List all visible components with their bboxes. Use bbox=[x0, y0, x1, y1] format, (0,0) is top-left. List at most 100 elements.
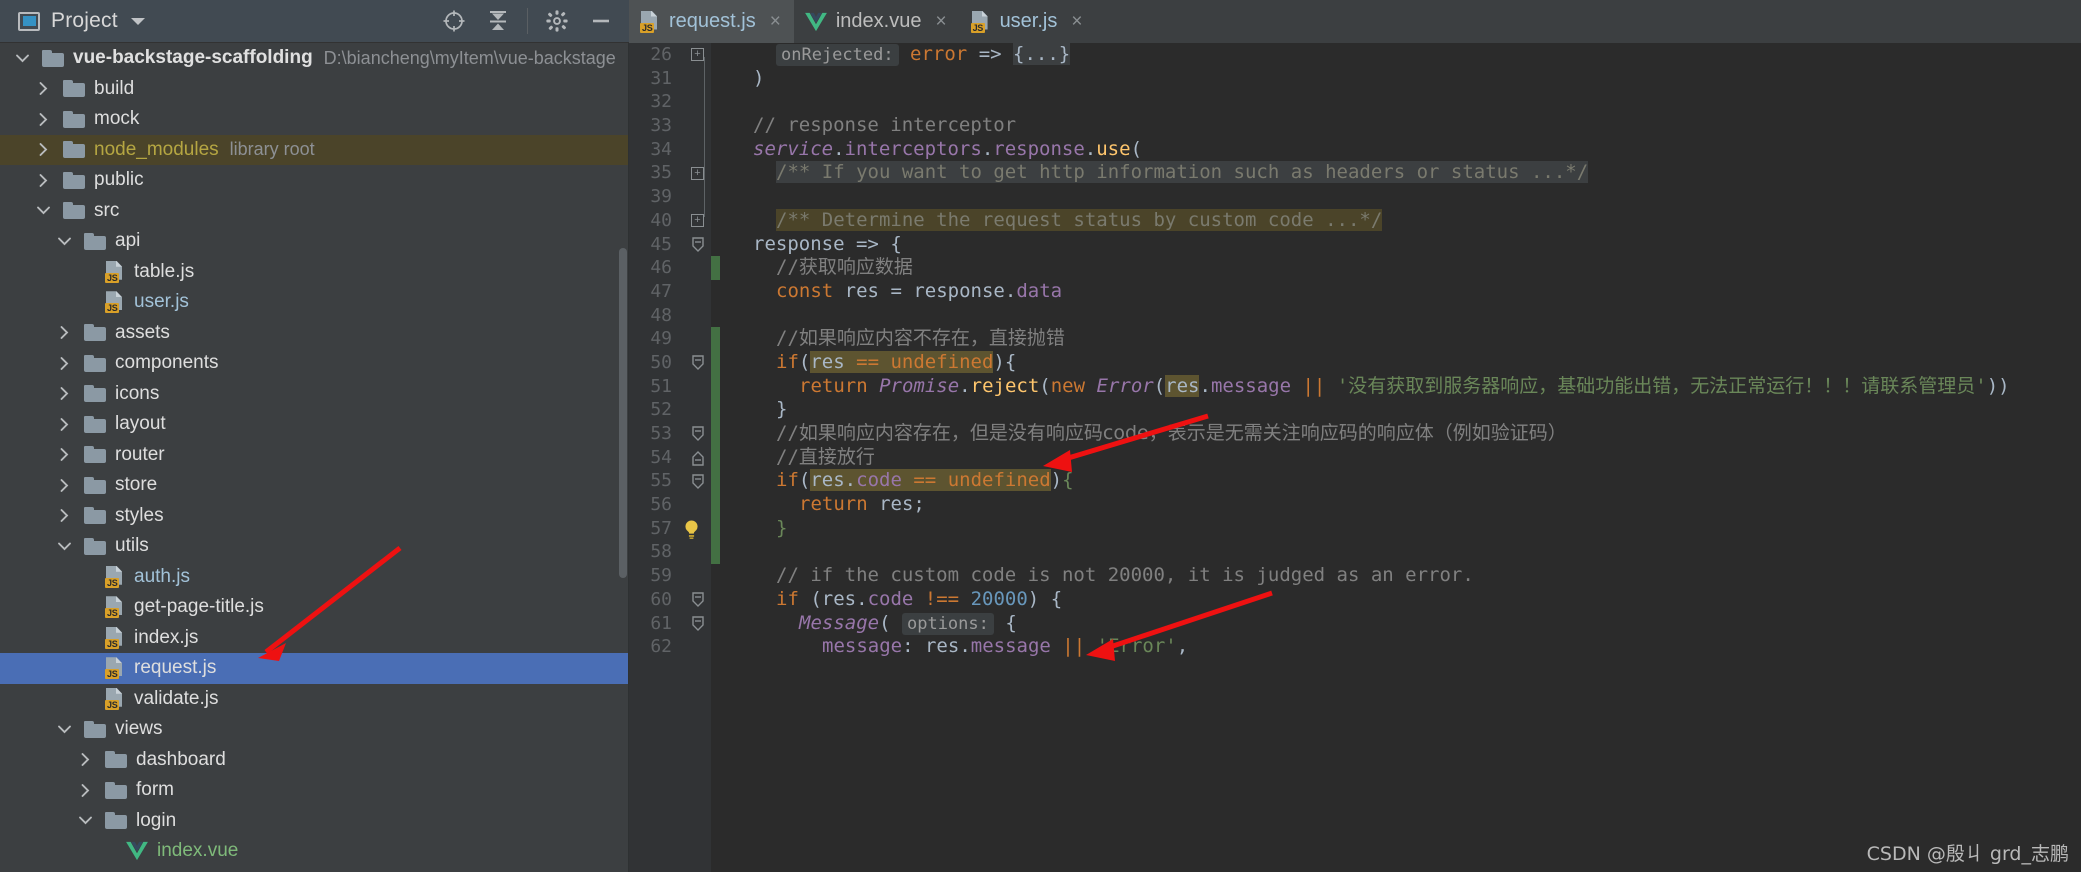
vcs-added-marker[interactable] bbox=[711, 327, 720, 565]
collapse-all-button[interactable] bbox=[476, 0, 520, 43]
code-line-32[interactable] bbox=[730, 90, 2081, 114]
chevron-right-icon[interactable] bbox=[54, 356, 74, 371]
tree-item-router[interactable]: router bbox=[0, 440, 629, 471]
code-content[interactable]: onRejected: error => {...}) // response i… bbox=[685, 43, 2081, 872]
chevron-right-icon[interactable] bbox=[54, 447, 74, 462]
tab-index-vue[interactable]: index.vue × bbox=[794, 0, 960, 43]
chevron-right-icon[interactable] bbox=[54, 478, 74, 493]
tree-item-layout[interactable]: layout bbox=[0, 409, 629, 440]
close-icon[interactable]: × bbox=[770, 11, 781, 33]
chevron-right-icon[interactable] bbox=[54, 386, 74, 401]
chevron-right-icon[interactable] bbox=[75, 752, 95, 767]
intention-bulb-icon[interactable] bbox=[682, 519, 701, 540]
chevron-down-icon[interactable] bbox=[33, 204, 53, 217]
close-icon[interactable]: × bbox=[1071, 11, 1082, 33]
tab-user-js[interactable]: JS user.js × bbox=[960, 0, 1096, 43]
tree-item-utils[interactable]: utils bbox=[0, 531, 629, 562]
close-icon[interactable]: × bbox=[935, 11, 946, 33]
tree-item-index-js[interactable]: JS index.js bbox=[0, 623, 629, 654]
tree-item-validate-js[interactable]: JS validate.js bbox=[0, 684, 629, 715]
settings-button[interactable] bbox=[535, 0, 579, 43]
fold-expand-icon[interactable]: + bbox=[691, 213, 704, 227]
code-line-40[interactable]: /** Determine the request status by cust… bbox=[730, 208, 2081, 233]
tree-item-form[interactable]: form bbox=[0, 775, 629, 806]
code-line-50[interactable]: if(res == undefined){ bbox=[730, 350, 2081, 375]
fold-region-start-icon[interactable] bbox=[691, 591, 705, 609]
chevron-right-icon[interactable] bbox=[75, 783, 95, 798]
chevron-right-icon[interactable] bbox=[33, 112, 53, 127]
code-line-58[interactable] bbox=[730, 540, 2081, 564]
chevron-right-icon[interactable] bbox=[54, 325, 74, 340]
chevron-down-icon[interactable] bbox=[54, 540, 74, 553]
code-line-35[interactable]: /** If you want to get http information … bbox=[730, 161, 2081, 185]
code-editor[interactable]: 26 31 32 33 34 35 39 40 45 46 47 48 49 50 51 52 53 54 55 56… bbox=[629, 43, 2081, 872]
tree-item-index-vue[interactable]: index.vue bbox=[0, 836, 629, 867]
tree-item-mock[interactable]: mock bbox=[0, 104, 629, 135]
tree-item-assets[interactable]: assets bbox=[0, 318, 629, 349]
tree-item-public[interactable]: public bbox=[0, 165, 629, 196]
fold-region-start-icon[interactable] bbox=[691, 615, 705, 633]
code-line-47[interactable]: const res = response.data bbox=[730, 280, 2081, 304]
tree-item-vue-backstage-scaffolding[interactable]: vue-backstage-scaffolding D:\biancheng\my… bbox=[0, 43, 629, 74]
code-line-34[interactable]: service.interceptors.response.use( bbox=[730, 138, 2081, 162]
tree-item-request-js[interactable]: JS request.js bbox=[0, 653, 629, 684]
code-line-60[interactable]: if (res.code !== 20000) { bbox=[730, 588, 2081, 612]
tree-item-api[interactable]: api bbox=[0, 226, 629, 257]
tree-item-views[interactable]: views bbox=[0, 714, 629, 745]
tree-item-styles[interactable]: styles bbox=[0, 501, 629, 532]
project-tree[interactable]: vue-backstage-scaffolding D:\biancheng\my… bbox=[0, 43, 629, 872]
code-line-48[interactable] bbox=[730, 304, 2081, 328]
tree-scrollbar[interactable] bbox=[619, 248, 627, 578]
chevron-down-icon[interactable] bbox=[75, 814, 95, 827]
code-line-56[interactable]: return res; bbox=[730, 493, 2081, 517]
tree-item-node-modules[interactable]: node_modules library root bbox=[0, 134, 629, 165]
tree-item-get-page-title-js[interactable]: JS get-page-title.js bbox=[0, 592, 629, 623]
code-line-53[interactable]: //如果响应内容存在，但是没有响应码code，表示是无需关注响应码的响应体（例如… bbox=[730, 422, 2081, 446]
vcs-added-marker[interactable] bbox=[711, 256, 720, 280]
chevron-right-icon[interactable] bbox=[33, 81, 53, 96]
chevron-right-icon[interactable] bbox=[33, 142, 53, 157]
tree-item-user-js[interactable]: JS user.js bbox=[0, 287, 629, 318]
chevron-down-icon[interactable] bbox=[130, 17, 145, 25]
code-folding-gutter[interactable]: + + + bbox=[681, 43, 711, 872]
fold-region-start-icon[interactable] bbox=[691, 354, 705, 372]
tree-item-table-js[interactable]: JS table.js bbox=[0, 257, 629, 288]
code-line-49[interactable]: //如果响应内容不存在，直接抛错 bbox=[730, 327, 2081, 351]
chevron-right-icon[interactable] bbox=[54, 508, 74, 523]
tree-item-login[interactable]: login bbox=[0, 806, 629, 837]
chevron-down-icon[interactable] bbox=[54, 235, 74, 248]
tab-request-js[interactable]: JS request.js × bbox=[629, 0, 794, 43]
code-line-33[interactable]: // response interceptor bbox=[730, 114, 2081, 138]
hide-panel-button[interactable] bbox=[579, 0, 623, 43]
chevron-down-icon[interactable] bbox=[54, 723, 74, 736]
fold-expand-icon[interactable]: + bbox=[691, 166, 704, 180]
locate-target-button[interactable] bbox=[432, 0, 476, 43]
code-line-52[interactable]: } bbox=[730, 398, 2081, 422]
code-line-59[interactable]: // if the custom code is not 20000, it i… bbox=[730, 564, 2081, 588]
chevron-right-icon[interactable] bbox=[33, 173, 53, 188]
code-line-61[interactable]: Message( options: { bbox=[730, 612, 2081, 636]
fold-region-end-icon[interactable] bbox=[691, 449, 705, 467]
code-line-57[interactable]: } bbox=[730, 517, 2081, 541]
tree-item-dashboard[interactable]: dashboard bbox=[0, 745, 629, 776]
code-line-39[interactable] bbox=[730, 185, 2081, 209]
tree-item-build[interactable]: build bbox=[0, 74, 629, 105]
tree-item-auth-js[interactable]: JS auth.js bbox=[0, 562, 629, 593]
tree-item-src[interactable]: src bbox=[0, 196, 629, 227]
tree-item-nested[interactable]: nested bbox=[0, 867, 629, 872]
code-line-51[interactable]: return Promise.reject(new Error(res.mess… bbox=[730, 374, 2081, 399]
code-line-62[interactable]: message: res.message || 'Error', bbox=[730, 635, 2081, 659]
code-line-46[interactable]: //获取响应数据 bbox=[730, 256, 2081, 280]
fold-expand-icon[interactable]: + bbox=[691, 48, 704, 61]
code-line-55[interactable]: if(res.code == undefined){ bbox=[730, 469, 2081, 493]
tree-item-icons[interactable]: icons bbox=[0, 379, 629, 410]
code-line-31[interactable]: ) bbox=[730, 67, 2081, 91]
chevron-right-icon[interactable] bbox=[54, 417, 74, 432]
tree-item-store[interactable]: store bbox=[0, 470, 629, 501]
code-line-54[interactable]: //直接放行 bbox=[730, 446, 2081, 470]
code-line-26[interactable]: onRejected: error => {...} bbox=[730, 43, 2081, 67]
chevron-down-icon[interactable] bbox=[12, 52, 32, 65]
fold-region-start-icon[interactable] bbox=[691, 473, 705, 491]
tree-item-components[interactable]: components bbox=[0, 348, 629, 379]
fold-region-start-icon[interactable] bbox=[691, 425, 705, 443]
